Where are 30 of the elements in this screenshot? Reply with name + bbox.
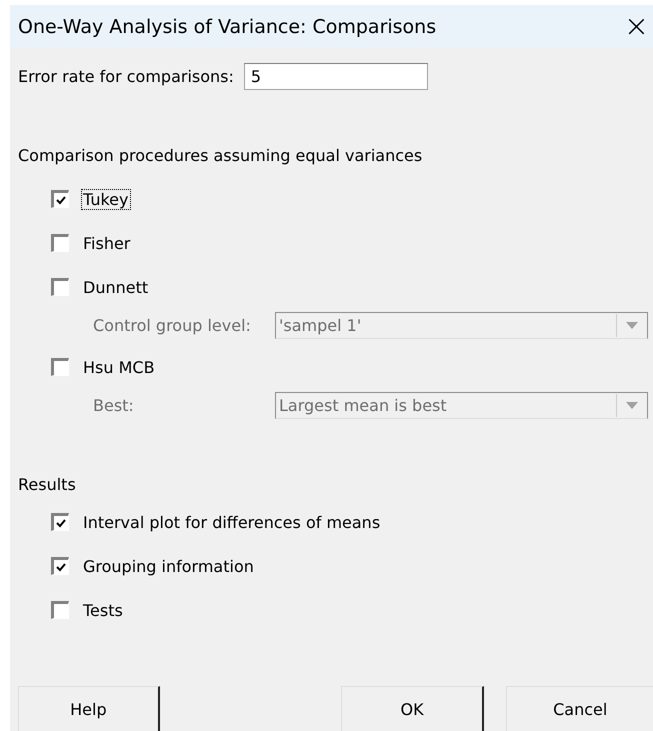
- section-heading: Results: [18, 475, 77, 494]
- field-label: Control group level:: [93, 316, 252, 334]
- checkbox[interactable]: [51, 557, 69, 575]
- section-heading: Comparison procedures assuming equal variances: [18, 146, 424, 165]
- checkbox[interactable]: [51, 513, 69, 531]
- checkmark-icon: [55, 517, 67, 529]
- checkbox-label[interactable]: Tests: [81, 600, 125, 620]
- checkbox-label[interactable]: Fisher: [81, 232, 132, 254]
- window-title: One-Way Analysis of Variance: Comparisons: [18, 16, 436, 38]
- checkbox-label[interactable]: Hsu MCB: [81, 356, 157, 378]
- caret-icon: [626, 402, 638, 408]
- checkbox[interactable]: [51, 358, 69, 376]
- close-button[interactable]: ×: [620, 12, 653, 42]
- checkbox[interactable]: [51, 278, 69, 296]
- checkbox-label[interactable]: Tukey: [81, 188, 130, 210]
- checkbox[interactable]: [51, 601, 69, 619]
- checkmark-icon: [55, 194, 67, 206]
- checkbox-label[interactable]: Interval plot for differences of means: [81, 512, 382, 532]
- field-label: Error rate for comparisons:: [18, 67, 234, 86]
- checkbox[interactable]: [51, 190, 69, 208]
- caret-icon: [626, 322, 638, 328]
- checkbox[interactable]: [51, 234, 69, 252]
- checkbox-label[interactable]: Grouping information: [81, 556, 256, 576]
- dialog-button[interactable]: Help: [18, 686, 160, 731]
- dialog-button[interactable]: Cancel: [506, 686, 653, 731]
- checkmark-icon: [55, 561, 67, 573]
- input-field[interactable]: 5: [244, 63, 428, 90]
- field-label: Best:: [93, 396, 135, 414]
- checkbox-label[interactable]: Dunnett: [81, 276, 150, 298]
- dialog-button[interactable]: OK: [340, 686, 484, 731]
